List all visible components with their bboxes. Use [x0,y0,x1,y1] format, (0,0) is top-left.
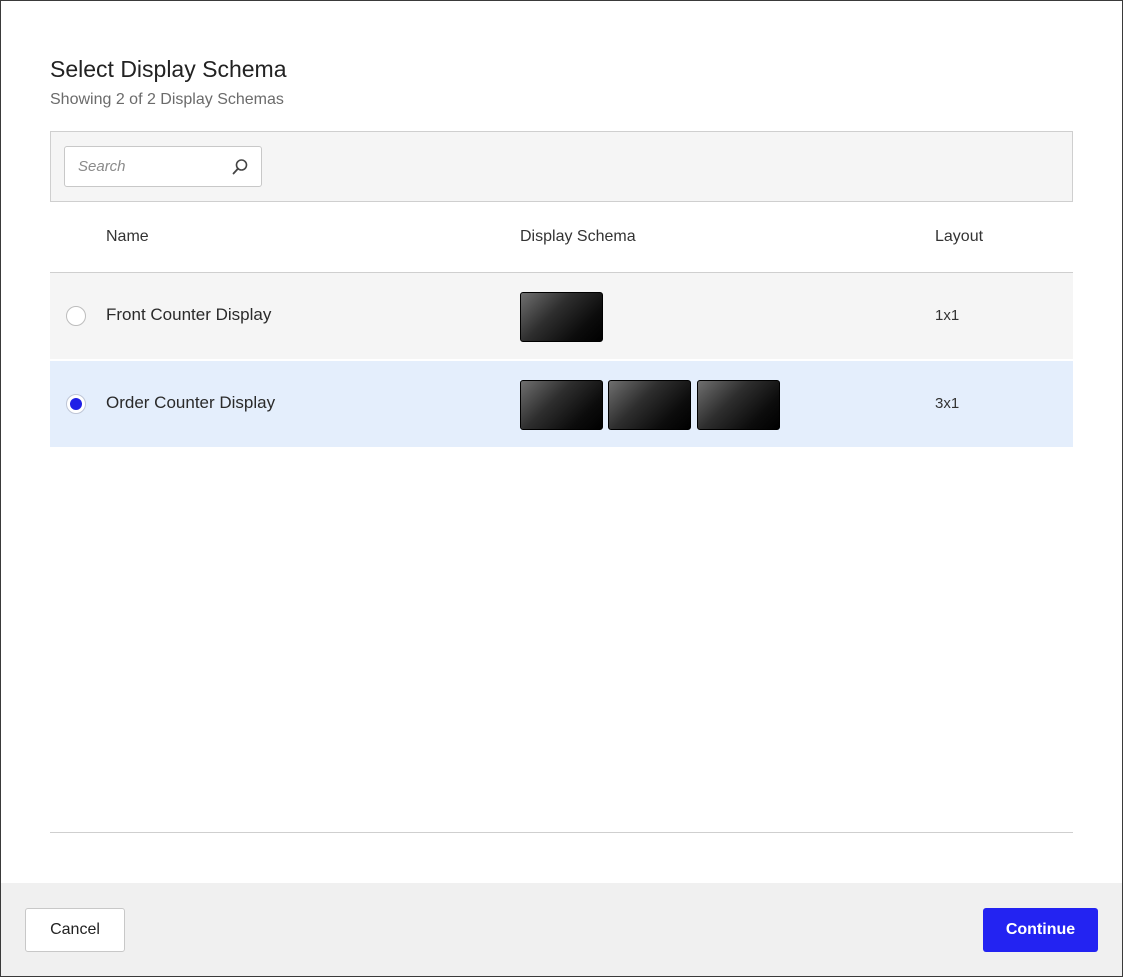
column-header-display-schema[interactable]: Display Schema [520,228,636,246]
dialog-footer: Cancel Continue [1,883,1122,976]
search-icon[interactable] [231,158,249,176]
select-display-schema-dialog: Select Display Schema Showing 2 of 2 Dis… [0,0,1123,977]
column-header-layout[interactable]: Layout [935,228,983,246]
screen-thumbnail [608,380,691,430]
continue-button[interactable]: Continue [983,908,1098,952]
schema-name: Front Counter Display [106,305,272,324]
table-row[interactable]: Front Counter Display 1x1 [50,273,1073,359]
screen-thumbnail [697,380,780,430]
schema-layout: 1x1 [935,307,960,324]
results-count: Showing 2 of 2 Display Schemas [50,91,284,108]
screen-thumbnail [520,292,603,342]
divider [50,832,1073,833]
table-header: Name Display Schema Layout [50,202,1073,273]
screen-thumbnail [520,380,603,430]
filter-toolbar [50,131,1073,202]
search-input[interactable] [65,147,238,186]
table-row[interactable]: Order Counter Display 3x1 [50,361,1073,447]
cancel-button[interactable]: Cancel [25,908,125,952]
column-header-name[interactable]: Name [106,228,149,246]
schema-name: Order Counter Display [106,393,276,412]
row-radio-button[interactable] [66,306,86,326]
schema-layout: 3x1 [935,395,960,412]
search-box[interactable] [64,146,262,187]
dialog-title: Select Display Schema [50,56,287,82]
row-radio-button[interactable] [66,394,86,414]
